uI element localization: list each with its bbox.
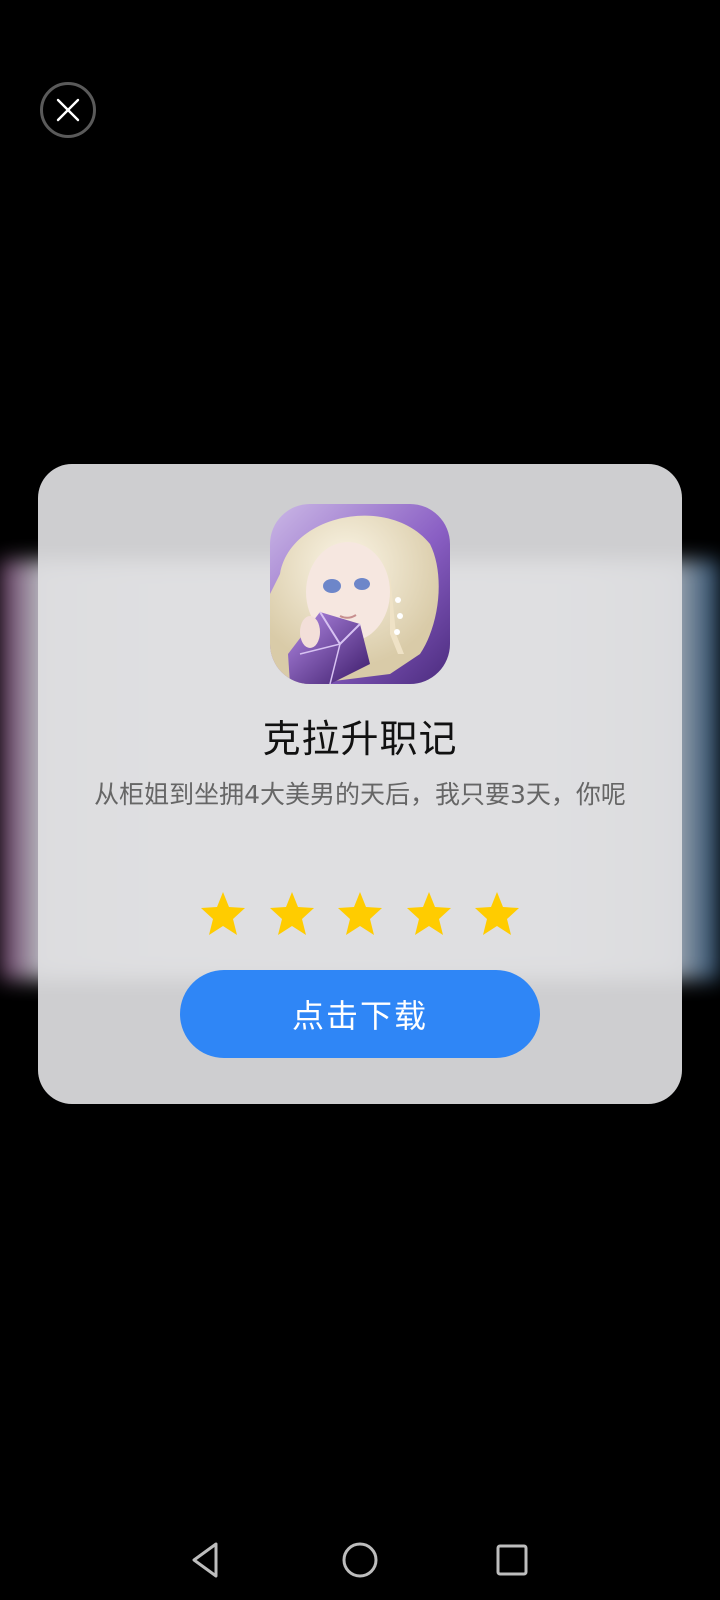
close-icon — [56, 98, 80, 122]
star-icon — [475, 892, 519, 935]
home-circle-icon — [342, 1542, 378, 1578]
download-button[interactable]: 点击下载 — [180, 970, 540, 1058]
screen: 克拉升职记 从柜姐到坐拥4大美男的天后，我只要3天，你呢 点击下载 — [0, 0, 720, 1600]
close-button[interactable] — [40, 82, 96, 138]
star-icon — [338, 892, 382, 935]
app-title: 克拉升职记 — [262, 717, 458, 761]
ad-dialog-card: 克拉升职记 从柜姐到坐拥4大美男的天后，我只要3天，你呢 点击下载 — [38, 464, 682, 1104]
star-icon — [201, 892, 245, 935]
app-icon[interactable] — [270, 504, 450, 684]
star-icon — [269, 892, 314, 935]
rating-stars — [198, 886, 522, 942]
back-triangle-icon — [192, 1542, 218, 1578]
app-description: 从柜姐到坐拥4大美男的天后，我只要3天，你呢 — [94, 780, 626, 809]
star-icon — [406, 892, 451, 935]
recents-button[interactable] — [488, 1536, 536, 1584]
back-button[interactable] — [182, 1536, 230, 1584]
recents-square-icon — [496, 1544, 528, 1576]
app-icon-illustration — [270, 504, 450, 684]
home-button[interactable] — [336, 1536, 384, 1584]
system-navigation-bar — [0, 1520, 720, 1600]
